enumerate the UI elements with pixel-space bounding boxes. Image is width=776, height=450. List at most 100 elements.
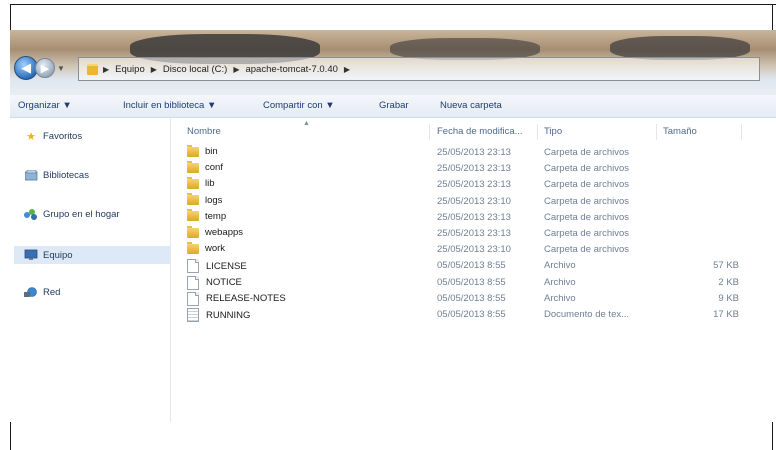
file-size: 57 KB <box>713 260 739 272</box>
sidebar-item-grupo-hogar[interactable]: Grupo en el hogar <box>24 208 120 220</box>
breadcrumb-equipo[interactable]: Equipo <box>115 64 145 75</box>
column-header-date[interactable]: Fecha de modifica... <box>437 126 523 137</box>
file-row[interactable]: webapps 25/05/2013 23:13 Carpeta de archiv… <box>171 225 776 241</box>
file-icon <box>187 291 199 306</box>
folder-icon <box>187 209 199 222</box>
sidebar-item-label: Bibliotecas <box>43 169 89 181</box>
file-row[interactable]: NOTICE 05/05/2013 8:55 Archivo 2 KB <box>171 275 776 290</box>
folder-icon <box>187 225 199 238</box>
file-row[interactable]: work 25/05/2013 23:10 Carpeta de archivos <box>171 241 776 257</box>
file-list: ▲ Nombre Fecha de modifica... Tipo Tamañ… <box>171 118 776 422</box>
file-name-cell: conf <box>187 160 223 174</box>
recent-pages-dropdown-icon[interactable]: ▼ <box>57 64 65 73</box>
file-date: 25/05/2013 23:13 <box>437 147 511 158</box>
file-name: bin <box>205 146 218 157</box>
file-type: Carpeta de archivos <box>544 195 630 207</box>
sidebar-item-label: Equipo <box>43 249 73 261</box>
file-name-cell: webapps <box>187 225 244 238</box>
column-divider[interactable] <box>741 124 742 140</box>
column-header-type[interactable]: Tipo <box>544 126 562 137</box>
frame-top <box>10 4 776 5</box>
file-name: temp <box>205 210 227 222</box>
file-name-cell: work <box>187 241 226 255</box>
file-name: webapps <box>205 227 244 238</box>
address-bar[interactable]: ▶ Equipo ▶ Disco local (C:) ▶ apache-tom… <box>78 57 760 81</box>
column-divider[interactable] <box>537 124 538 140</box>
file-name-cell: bin <box>187 144 218 157</box>
frame-right <box>772 4 773 32</box>
network-icon <box>24 286 38 298</box>
file-date: 25/05/2013 23:13 <box>437 163 511 175</box>
breadcrumb-separator: ▶ <box>343 64 351 74</box>
sidebar-item-label: Grupo en el hogar <box>43 208 120 220</box>
folder-icon <box>187 193 199 206</box>
file-row[interactable]: RELEASE-NOTES 05/05/2013 8:55 Archivo 9 KB <box>171 291 776 306</box>
file-icon <box>187 259 199 274</box>
computer-icon <box>24 249 38 261</box>
file-row[interactable]: logs 25/05/2013 23:10 Carpeta de archivos <box>171 193 776 209</box>
navigation-pane: ★ Favoritos Bibliotecas Grupo en el hoga… <box>10 118 171 422</box>
sort-caret-icon: ▲ <box>303 120 310 127</box>
file-name-cell: logs <box>187 193 223 206</box>
include-in-library-button[interactable]: Incluir en biblioteca ▼ <box>123 100 216 111</box>
share-with-button[interactable]: Compartir con ▼ <box>263 100 335 111</box>
file-type: Carpeta de archivos <box>544 244 630 256</box>
burn-button[interactable]: Grabar <box>379 100 409 111</box>
file-size: 9 KB <box>718 292 739 304</box>
file-name: RELEASE-NOTES <box>206 293 286 305</box>
breadcrumb-apache-tomcat[interactable]: apache-tomcat-7.0.40 <box>245 64 337 75</box>
breadcrumb-disco-local[interactable]: Disco local (C:) <box>163 64 227 75</box>
file-name-cell: RUNNING <box>187 308 250 322</box>
breadcrumb-separator: ▶ <box>103 64 110 74</box>
new-folder-button[interactable]: Nueva carpeta <box>440 100 502 111</box>
forward-arrow-icon: ▶ <box>40 62 50 75</box>
file-date: 05/05/2013 8:55 <box>437 276 506 288</box>
file-name: lib <box>205 178 215 190</box>
file-type: Carpeta de archivos <box>544 228 630 239</box>
file-name: logs <box>205 194 223 206</box>
file-name-cell: NOTICE <box>187 275 242 290</box>
file-row[interactable]: RUNNING 05/05/2013 8:55 Documento de tex..… <box>171 307 776 322</box>
file-name-cell: temp <box>187 209 227 222</box>
file-row[interactable]: lib 25/05/2013 23:13 Carpeta de archivos <box>171 176 776 192</box>
file-row[interactable]: temp 25/05/2013 23:13 Carpeta de archivos <box>171 209 776 225</box>
back-arrow-icon: ◀ <box>21 60 31 75</box>
folder-icon <box>187 144 199 157</box>
column-divider[interactable] <box>656 124 657 140</box>
breadcrumb-separator: ▶ <box>150 64 157 74</box>
file-date: 25/05/2013 23:10 <box>437 195 511 207</box>
file-row[interactable]: bin 25/05/2013 23:13 Carpeta de archivos <box>171 144 776 160</box>
file-row[interactable]: LICENSE 05/05/2013 8:55 Archivo 57 KB <box>171 258 776 274</box>
sidebar-item-bibliotecas[interactable]: Bibliotecas <box>24 169 89 181</box>
sidebar-item-red[interactable]: Red <box>24 286 60 298</box>
file-date: 05/05/2013 8:55 <box>437 292 506 304</box>
sidebar-item-equipo[interactable]: Equipo <box>14 246 170 264</box>
explorer-window: ◀ ▶ ▼ ▶ Equipo ▶ Disco local (C:) ▶ apac… <box>10 30 776 422</box>
file-name: conf <box>205 162 223 174</box>
sidebar-item-favoritos[interactable]: ★ Favoritos <box>24 130 83 143</box>
folder-icon <box>87 63 98 75</box>
file-date: 25/05/2013 23:10 <box>437 244 511 256</box>
forward-button[interactable]: ▶ <box>35 58 55 78</box>
column-header-name[interactable]: Nombre <box>187 126 221 137</box>
file-name: work <box>205 243 226 255</box>
library-icon <box>24 169 38 181</box>
file-icon <box>187 275 199 290</box>
column-header-size[interactable]: Tamaño <box>663 126 697 137</box>
sidebar-item-label: Red <box>43 286 61 298</box>
column-divider[interactable] <box>429 124 430 140</box>
file-size: 17 KB <box>713 309 739 320</box>
file-row[interactable]: conf 25/05/2013 23:13 Carpeta de archivos <box>171 160 776 176</box>
frame-right-lower <box>772 418 773 450</box>
command-bar: Organizar ▼ Incluir en biblioteca ▼ Comp… <box>10 95 776 118</box>
file-type: Archivo <box>544 260 576 272</box>
file-type: Carpeta de archivos <box>544 163 630 175</box>
star-icon: ★ <box>26 130 36 143</box>
file-date: 25/05/2013 23:13 <box>437 228 511 239</box>
file-type: Archivo <box>544 276 576 288</box>
file-type: Documento de tex... <box>544 309 630 320</box>
sidebar-item-label: Favoritos <box>43 130 83 142</box>
organize-button[interactable]: Organizar ▼ <box>18 100 72 111</box>
folder-icon <box>187 176 199 189</box>
file-name-cell: lib <box>187 176 215 190</box>
